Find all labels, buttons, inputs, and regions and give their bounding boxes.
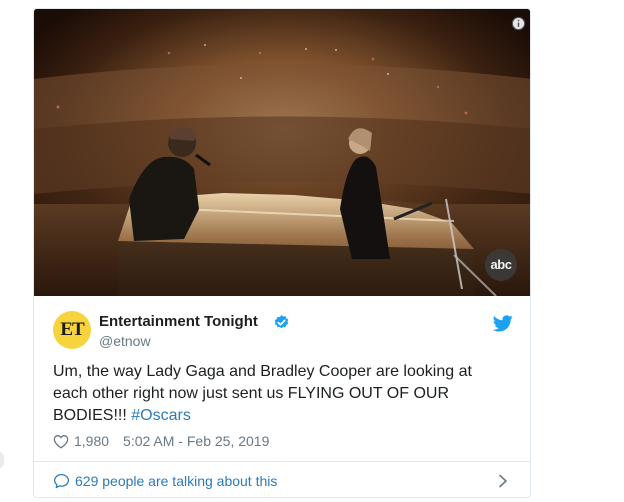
heart-icon[interactable] (53, 434, 69, 449)
tweet-body-text: Um, the way Lady Gaga and Bradley Cooper… (53, 363, 472, 424)
oscars-stage-photo (34, 9, 530, 296)
like-count[interactable]: 1,980 (74, 433, 109, 449)
speech-bubble-icon (53, 473, 70, 489)
conversation-link[interactable]: 629 people are talking about this (75, 473, 277, 489)
hashtag-link[interactable]: #Oscars (131, 407, 191, 424)
twitter-bird-icon[interactable] (493, 315, 513, 332)
tweet-text: Um, the way Lady Gaga and Bradley Cooper… (53, 361, 493, 427)
tweet-media-photo[interactable]: abc (34, 9, 530, 296)
conversation-footer[interactable]: 629 people are talking about this (34, 461, 530, 497)
embedded-tweet-card[interactable]: abc ET Entertainment Tonight @etnow Um, … (33, 8, 531, 498)
abc-watermark: abc (485, 249, 517, 281)
author-avatar[interactable]: ET (53, 311, 91, 349)
tweet-timestamp[interactable]: 5:02 AM - Feb 25, 2019 (123, 433, 269, 449)
chevron-right-icon[interactable] (498, 474, 508, 488)
author-display-name[interactable]: Entertainment Tonight (99, 313, 258, 330)
tweet-author-header: ET Entertainment Tonight @etnow (53, 311, 513, 351)
info-icon[interactable] (511, 16, 526, 31)
verified-badge-icon (274, 315, 289, 329)
side-scroll-handle (0, 452, 4, 468)
tweet-meta-row: 1,980 5:02 AM - Feb 25, 2019 (53, 431, 269, 451)
author-handle[interactable]: @etnow (99, 333, 151, 349)
